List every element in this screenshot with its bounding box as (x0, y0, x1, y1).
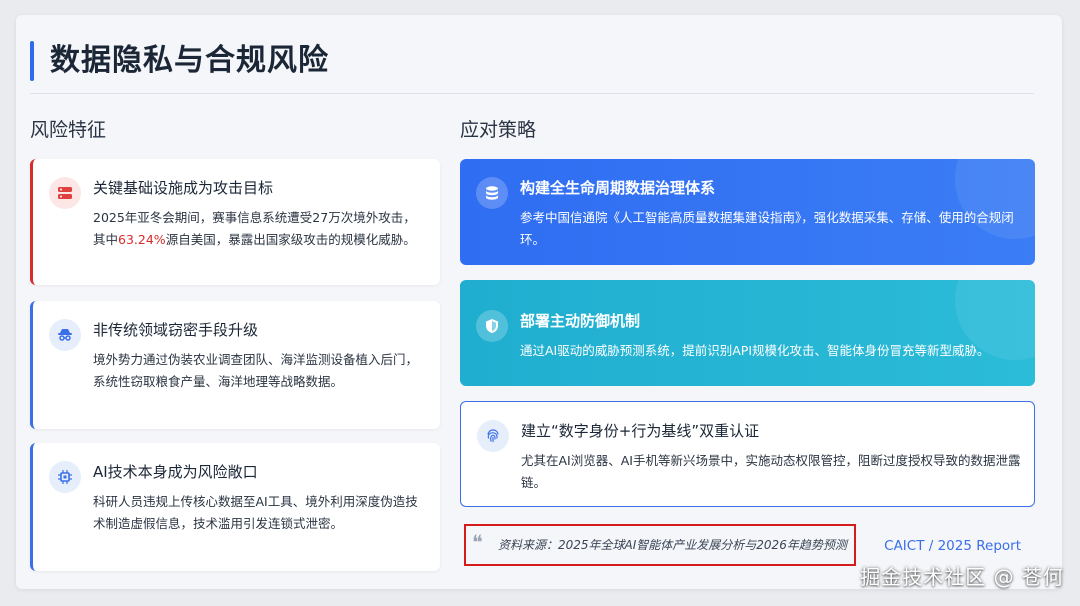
risk-body: 2025年亚冬会期间，赛事信息系统遭受27万次境外攻击，其中63.24%源自美国… (93, 207, 427, 251)
strategy-body: 参考中国信通院《人工智能高质量数据集建设指南》，强化数据采集、存储、使用的合规闭… (520, 210, 1014, 247)
quote-icon: ❝ (472, 530, 483, 554)
fingerprint-icon (477, 420, 509, 452)
risk-section-heading: 风险特征 (30, 119, 107, 141)
strategy-title: 部署主动防御机制 (520, 312, 641, 330)
risk-title: 非传统领域窃密手段升级 (93, 321, 259, 339)
risk-body: 科研人员违规上传核心数据至AI工具、境外利用深度伪造技术制造虚假信息，技术滥用引… (93, 494, 418, 531)
page-title: 数据隐私与合规风险 (50, 43, 329, 78)
risk-title: 关键基础设施成为攻击目标 (93, 179, 274, 197)
title-divider (30, 93, 1034, 94)
risk-title: AI技术本身成为风险敞口 (93, 463, 258, 481)
server-icon (49, 177, 81, 209)
source-text: 资料来源：2025年全球AI智能体产业发展分析与2026年趋势预测 (498, 538, 847, 552)
risk-card-ai-exposure: AI技术本身成为风险敞口 科研人员违规上传核心数据至AI工具、境外利用深度伪造技… (30, 443, 440, 571)
risk-body-text: 源自美国，暴露出国家级攻击的规模化威胁。 (165, 232, 416, 247)
strategy-card-dual-auth: 建立“数字身份+行为基线”双重认证 尤其在AI浏览器、AI手机等新兴场景中，实施… (460, 401, 1035, 507)
strategy-title: 建立“数字身份+行为基线”双重认证 (521, 422, 760, 440)
risk-body: 境外势力通过伪装农业调查团队、海洋监测设备植入后门，系统性窃取粮食产量、海洋地理… (93, 352, 419, 389)
risk-card-espionage: 非传统领域窃密手段升级 境外势力通过伪装农业调查团队、海洋监测设备植入后门，系统… (30, 301, 440, 429)
database-icon (476, 177, 508, 209)
strategy-body: 尤其在AI浏览器、AI手机等新兴场景中，实施动态权限管控，阻断过度授权导致的数据… (521, 453, 1021, 490)
strategy-title: 构建全生命周期数据治理体系 (520, 179, 716, 197)
slide: 数据隐私与合规风险 风险特征 应对策略 关键基础设施成为攻击目标 2025年亚冬… (16, 15, 1062, 589)
risk-highlight-percent: 63.24% (118, 232, 166, 247)
watermark: 掘金技术社区 @ 苍何 (860, 565, 1064, 589)
chip-icon (49, 461, 81, 493)
strategy-card-data-governance: 构建全生命周期数据治理体系 参考中国信通院《人工智能高质量数据集建设指南》，强化… (460, 159, 1035, 265)
strategy-card-active-defense: 部署主动防御机制 通过AI驱动的威胁预测系统，提前识别API规模化攻击、智能体身… (460, 280, 1035, 386)
source-reference: CAICT / 2025 Report (884, 538, 1021, 554)
spy-icon (49, 319, 81, 351)
strategy-body: 通过AI驱动的威胁预测系统，提前识别API规模化攻击、智能体身份冒充等新型威胁。 (520, 343, 990, 358)
risk-card-infrastructure: 关键基础设施成为攻击目标 2025年亚冬会期间，赛事信息系统遭受27万次境外攻击… (30, 159, 440, 285)
title-accent-bar (30, 41, 34, 81)
strategy-section-heading: 应对策略 (460, 119, 537, 141)
shield-icon (476, 310, 508, 342)
